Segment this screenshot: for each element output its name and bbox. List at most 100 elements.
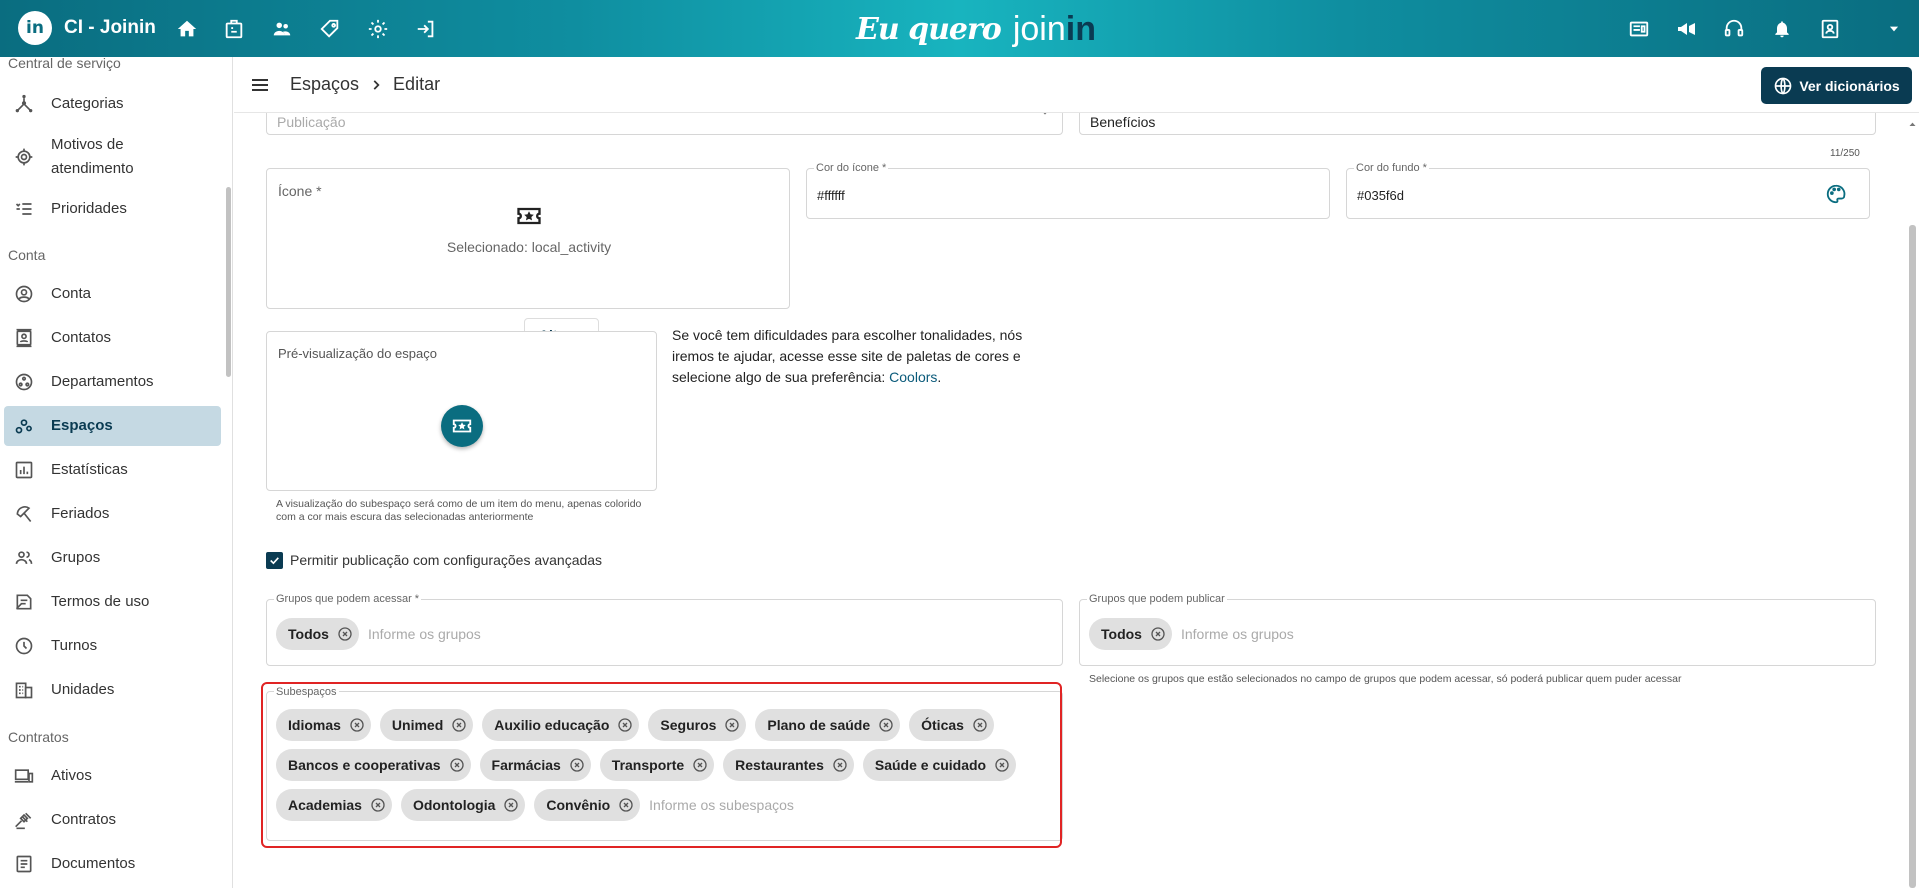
clock-icon — [12, 634, 36, 658]
news-icon[interactable] — [1627, 17, 1651, 41]
dictionary-button-label: Ver dicionários — [1799, 77, 1900, 94]
dictionary-button[interactable]: Ver dicionários — [1761, 67, 1912, 104]
bg-color-label: Cor do fundo * — [1354, 162, 1429, 174]
page-header: Espaços Editar Ver dicionários — [234, 57, 1919, 113]
sidebar-item-label: Grupos — [51, 549, 101, 566]
scroll-up-arrow-icon[interactable] — [1908, 120, 1917, 129]
sidebar-section-service: Central de serviço — [8, 57, 121, 71]
chip-label: Todos — [288, 626, 329, 642]
sidebar-item-label: Ativos — [51, 767, 92, 784]
sidebar-item-label: Termos de uso — [51, 593, 150, 610]
sidebar-item-grupos[interactable]: Grupos — [4, 538, 221, 578]
bg-color-field[interactable]: #035f6d — [1346, 168, 1870, 219]
dropdown-arrow-icon[interactable] — [1882, 17, 1906, 41]
sidebar-item-termos[interactable]: Termos de uso — [4, 582, 221, 622]
sidebar-item-prioridades[interactable]: Prioridades — [4, 189, 221, 229]
chip-label: Todos — [1101, 626, 1142, 642]
publish-groups-hint: Selecione os grupos que estão selecionad… — [1089, 673, 1682, 685]
highlight-box — [261, 682, 1062, 848]
logo[interactable]: in — [18, 11, 52, 45]
logo-text: in — [26, 18, 44, 38]
sidebar-item-label: Documentos — [51, 855, 136, 872]
home-icon[interactable] — [175, 17, 199, 41]
target-icon — [12, 145, 36, 169]
sidebar-item-label: Feriados — [51, 505, 110, 522]
palette-icon[interactable] — [1825, 183, 1847, 205]
login-icon[interactable] — [414, 17, 438, 41]
check-icon — [270, 557, 279, 565]
icon-color-field[interactable]: #ffffff — [806, 168, 1330, 219]
sidebar-item-turnos[interactable]: Turnos — [4, 626, 221, 666]
stats-icon — [12, 458, 36, 482]
icon-picker: Ícone * Selecionado: local_activity Alte… — [266, 168, 790, 352]
breadcrumb-parent[interactable]: Espaços — [290, 74, 359, 95]
megaphone-icon[interactable] — [1675, 17, 1699, 41]
building-icon — [12, 678, 36, 702]
sidebar-scrollbar[interactable] — [226, 187, 231, 377]
remove-chip-icon[interactable] — [1150, 626, 1166, 642]
sidebar-item-label: Departamentos — [51, 373, 154, 390]
globe-icon — [1774, 77, 1792, 94]
sidebar-item-label: Motivos de atendimento — [51, 136, 134, 177]
chevron-down-icon — [1043, 113, 1047, 115]
publish-groups-label: Grupos que podem publicar — [1087, 593, 1227, 605]
sidebar-item-contratos[interactable]: Contratos — [4, 800, 221, 840]
sidebar-item-label: Espaços — [51, 417, 113, 434]
name-value: Benefícios — [1090, 114, 1156, 130]
menu-icon[interactable] — [248, 73, 272, 97]
users-icon[interactable] — [270, 17, 294, 41]
access-groups-placeholder[interactable]: Informe os grupos — [368, 618, 481, 650]
support-agent-icon[interactable] — [1722, 17, 1746, 41]
sidebar-item-documentos[interactable]: Documentos — [4, 844, 221, 884]
sidebar-item-motivos[interactable]: Motivos de atendimento — [4, 132, 221, 182]
publication-placeholder: Publicação — [277, 114, 346, 130]
sidebar-item-categorias[interactable]: Categorias — [4, 84, 221, 124]
access-groups-label: Grupos que podem acessar * — [274, 593, 422, 605]
publish-groups-chips: Todos Informe os grupos — [1089, 618, 1869, 658]
group-chip[interactable]: Todos — [276, 618, 359, 650]
sidebar-item-ativos[interactable]: Ativos — [4, 756, 221, 796]
bell-icon[interactable] — [1770, 17, 1794, 41]
advanced-checkbox-label[interactable]: Permitir publicação com configurações av… — [290, 552, 602, 568]
brand-script: Eu quero — [856, 11, 1002, 47]
tag-icon[interactable] — [318, 17, 342, 41]
beach-icon — [12, 502, 36, 526]
publish-groups-placeholder[interactable]: Informe os grupos — [1181, 618, 1294, 650]
name-field[interactable]: Benefícios — [1079, 113, 1876, 135]
sidebar-item-espacos[interactable]: Espaços — [4, 406, 221, 446]
terms-icon — [12, 590, 36, 614]
group-chip[interactable]: Todos — [1089, 618, 1172, 650]
content-scrollbar-thumb[interactable] — [1909, 225, 1916, 888]
contacts-icon — [12, 326, 36, 350]
sidebar-item-unidades[interactable]: Unidades — [4, 670, 221, 710]
sidebar-section-contracts: Contratos — [8, 729, 69, 745]
icon-label: Ícone * — [278, 183, 322, 199]
briefcase-icon[interactable] — [222, 17, 246, 41]
sidebar-item-label: Contatos — [51, 329, 112, 346]
breadcrumb: Espaços Editar — [290, 74, 440, 95]
icon-color-value: #ffffff — [817, 188, 845, 203]
sidebar-item-contatos[interactable]: Contatos — [4, 318, 221, 358]
preview-label: Pré-visualização do espaço — [278, 346, 437, 361]
gavel-icon — [12, 808, 36, 832]
settings-icon[interactable] — [366, 17, 390, 41]
remove-chip-icon[interactable] — [337, 626, 353, 642]
advanced-checkbox[interactable] — [266, 552, 283, 569]
sidebar-item-conta[interactable]: Conta — [4, 274, 221, 314]
groups-icon — [12, 546, 36, 570]
coolors-link[interactable]: Coolors — [889, 369, 937, 385]
sidebar-item-estatisticas[interactable]: Estatísticas — [4, 450, 221, 490]
publication-select[interactable]: Publicação — [266, 113, 1063, 135]
sidebar-item-label: Unidades — [51, 681, 115, 698]
spaces-icon — [12, 414, 36, 438]
icon-color-label: Cor do ícone * — [814, 162, 889, 174]
sidebar-item-feriados[interactable]: Feriados — [4, 494, 221, 534]
sidebar-item-label: Contratos — [51, 811, 117, 828]
sidebar-item-departamentos[interactable]: Departamentos — [4, 362, 221, 402]
sidebar-item-label: Categorias — [51, 95, 124, 112]
brand-join: join — [1012, 9, 1066, 48]
contact-card-icon[interactable] — [1818, 17, 1842, 41]
content-scrollbar[interactable] — [1909, 120, 1916, 888]
chevron-right-icon — [373, 79, 380, 90]
name-counter: 11/250 — [1830, 148, 1860, 159]
